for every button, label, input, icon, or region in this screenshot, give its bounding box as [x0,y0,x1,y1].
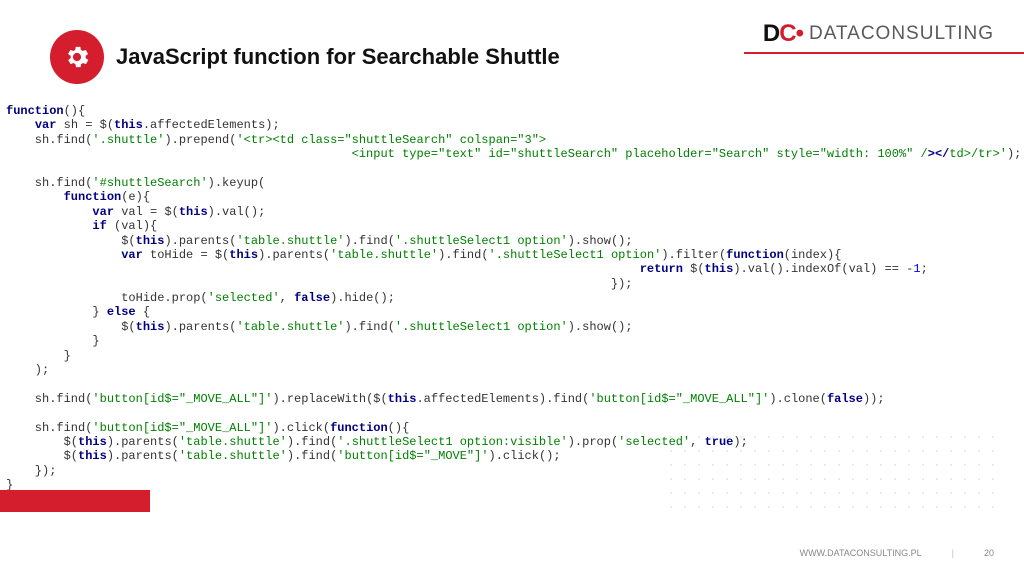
logo-mark: DC• [763,20,803,48]
slide-footer: WWW.DATACONSULTING.PL | 20 [800,548,994,558]
accent-bar [0,490,150,512]
logo-text: DATACONSULTING [809,23,994,45]
brand-logo: DC• DATACONSULTING [763,20,994,48]
slide-title: JavaScript function for Searchable Shutt… [116,44,560,70]
logo-underline [744,52,1024,54]
footer-divider: | [952,548,954,558]
slide-header: JavaScript function for Searchable Shutt… [0,0,1024,94]
footer-url: WWW.DATACONSULTING.PL [800,548,922,558]
code-block: function(){ var sh = $(this.affectedElem… [0,94,1024,493]
gears-icon [50,30,104,84]
page-number: 20 [984,548,994,558]
